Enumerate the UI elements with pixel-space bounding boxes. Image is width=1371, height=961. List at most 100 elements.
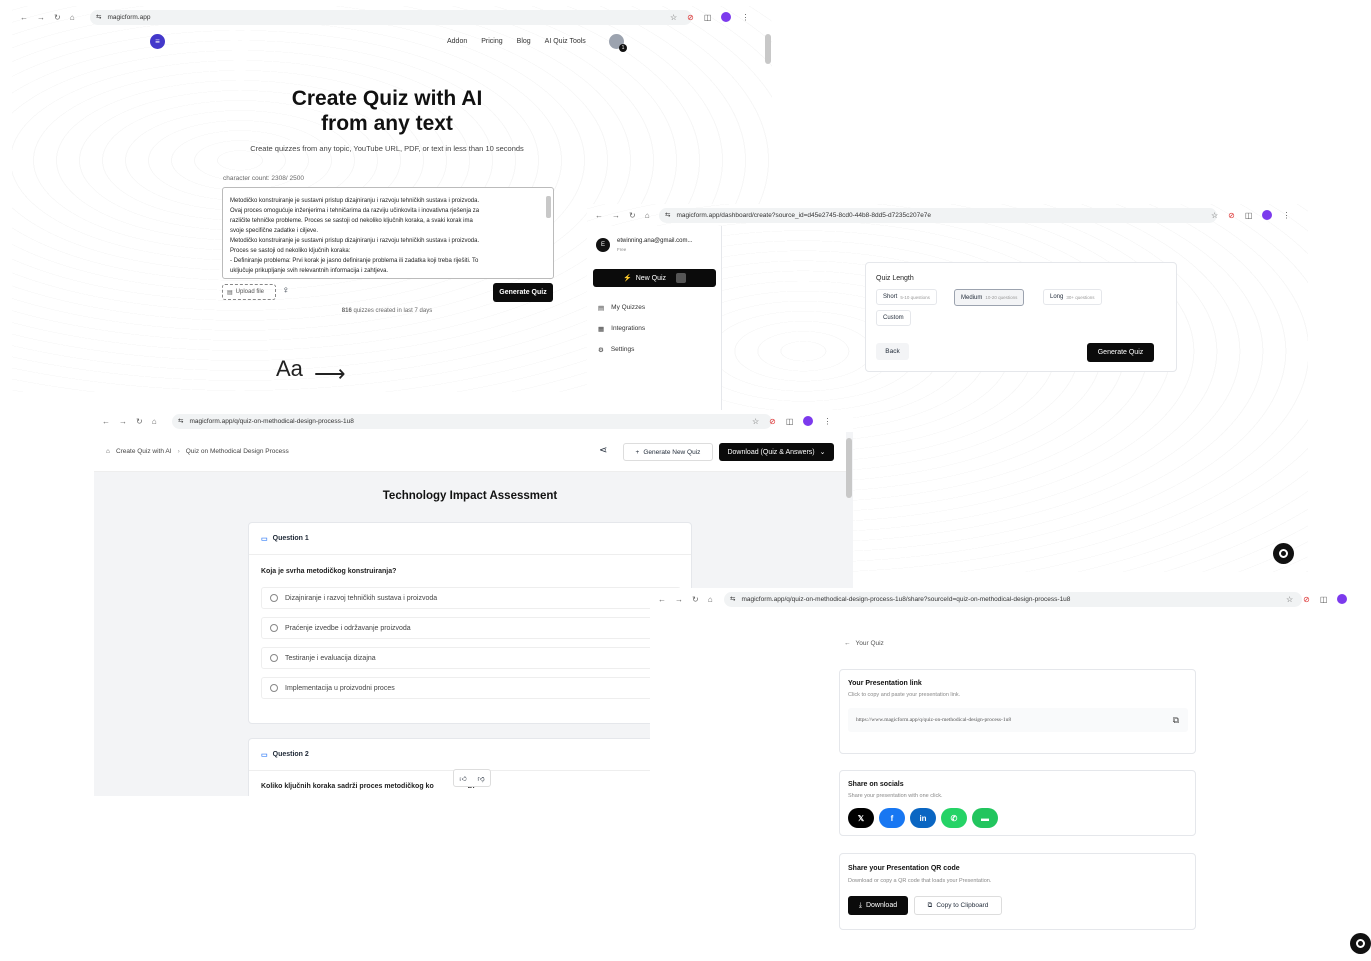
message-share-button[interactable]: ▬: [972, 808, 998, 828]
user-avatar[interactable]: 1: [609, 34, 627, 52]
breadcrumb-link[interactable]: Create Quiz with AI: [116, 448, 172, 455]
upload-file-button[interactable]: ▤ Upload file: [222, 284, 276, 300]
chat-widget-icon[interactable]: [1350, 933, 1371, 954]
length-custom-button[interactable]: Custom: [876, 310, 911, 326]
home-icon[interactable]: ⌂: [152, 417, 157, 426]
answer-option[interactable]: Implementacija u proizvodni proces: [261, 677, 681, 699]
thumbs-up-icon[interactable]: 👍︎: [459, 774, 466, 783]
home-icon[interactable]: ⌂: [708, 595, 713, 604]
sidebar-item-integrations[interactable]: ▦ Integrations: [598, 325, 645, 333]
site-info-icon[interactable]: ⇆: [178, 417, 183, 425]
new-quiz-button[interactable]: ⚡ New Quiz: [593, 269, 716, 287]
home-icon[interactable]: ⌂: [106, 448, 110, 455]
reload-icon[interactable]: ↻: [692, 595, 699, 604]
sidebar-item-my-quizzes[interactable]: ▤ My Quizzes: [598, 304, 645, 312]
thumbs-down-icon[interactable]: 👎︎: [478, 774, 485, 783]
nav-ai-quiz-tools[interactable]: AI Quiz Tools: [545, 38, 586, 45]
logo[interactable]: ≡: [150, 34, 165, 49]
lightbulb-icon[interactable]: ♀: [282, 285, 290, 296]
x-share-button[interactable]: 𝕏: [848, 808, 874, 828]
forward-icon[interactable]: →: [612, 211, 620, 220]
answer-option[interactable]: Dizajniranje i razvoj tehničkih sustava …: [261, 587, 681, 609]
back-icon[interactable]: ←: [20, 13, 28, 22]
star-icon[interactable]: ☆: [1211, 211, 1218, 220]
back-button[interactable]: Back: [876, 343, 909, 360]
quiz-text-area[interactable]: Metodičko konstruiranje je sustavni pris…: [222, 187, 554, 279]
nav-addon[interactable]: Addon: [447, 38, 467, 45]
radio-button[interactable]: [270, 684, 278, 692]
forward-icon[interactable]: →: [675, 595, 683, 604]
answer-option[interactable]: Praćenje izvedbe i održavanje proizvoda: [261, 617, 681, 639]
length-medium-button[interactable]: Medium 10-20 questions: [954, 289, 1025, 306]
address-bar[interactable]: ⇆ magicform.app/q/quiz-on-methodical-desi…: [724, 591, 1302, 607]
generate-quiz-button[interactable]: Generate Quiz: [1087, 343, 1154, 362]
site-info-icon[interactable]: ⇆: [730, 595, 735, 603]
whatsapp-share-button[interactable]: ✆: [941, 808, 967, 828]
back-icon[interactable]: ←: [658, 595, 666, 604]
profile-avatar[interactable]: [1262, 210, 1273, 220]
linkedin-share-button[interactable]: in: [910, 808, 936, 828]
nav-blog[interactable]: Blog: [517, 38, 531, 45]
radio-button[interactable]: [270, 594, 278, 602]
profile-avatar[interactable]: [721, 12, 732, 22]
site-info-icon[interactable]: ⇆: [96, 13, 101, 21]
back-icon[interactable]: ←: [102, 417, 110, 426]
menu-icon[interactable]: ⋮: [823, 417, 831, 426]
star-icon[interactable]: ☆: [1286, 595, 1293, 604]
site-info-icon[interactable]: ⇆: [665, 211, 670, 219]
sidebar-item-settings[interactable]: ⚙ Settings: [598, 346, 634, 354]
reload-icon[interactable]: ↻: [54, 13, 61, 22]
forward-icon[interactable]: →: [119, 417, 127, 426]
reload-icon[interactable]: ↻: [136, 417, 143, 426]
arrow-left-icon: ←: [844, 640, 851, 647]
extensions-icon[interactable]: ◫: [1245, 211, 1253, 220]
hero-title: Create Quiz with AI from any text: [12, 86, 762, 136]
sidebar-item-label: My Quizzes: [611, 304, 646, 311]
generate-new-quiz-button[interactable]: + Generate New Quiz: [623, 443, 713, 461]
home-icon[interactable]: ⌂: [70, 13, 75, 22]
address-bar[interactable]: ⇆ magicform.app: [90, 9, 692, 25]
page-scrollbar[interactable]: [765, 34, 771, 64]
extensions-icon[interactable]: ◫: [704, 13, 712, 22]
home-icon[interactable]: ⌂: [645, 211, 650, 220]
user-avatar[interactable]: E: [596, 238, 610, 252]
length-long-button[interactable]: Long 30+ questions: [1043, 289, 1102, 305]
presentation-link-field[interactable]: https://www.magicform.app/q/quiz-on-meth…: [848, 708, 1188, 732]
address-bar[interactable]: ⇆ magicform.app/q/quiz-on-methodical-desi…: [172, 413, 772, 429]
block-icon[interactable]: ⊘: [769, 417, 776, 426]
facebook-share-button[interactable]: f: [879, 808, 905, 828]
block-icon[interactable]: ⊘: [1228, 211, 1235, 220]
copy-icon[interactable]: ⧉: [1173, 708, 1179, 732]
radio-button[interactable]: [270, 624, 278, 632]
extensions-icon[interactable]: ◫: [1320, 595, 1328, 604]
star-icon[interactable]: ☆: [752, 417, 759, 426]
star-icon[interactable]: ☆: [670, 13, 677, 22]
textarea-scrollbar[interactable]: [546, 196, 551, 218]
back-icon[interactable]: ←: [595, 211, 603, 220]
profile-avatar[interactable]: [1337, 594, 1348, 604]
address-bar[interactable]: ⇆ magicform.app/dashboard/create?source_i…: [659, 207, 1217, 223]
menu-icon[interactable]: ⋮: [741, 13, 749, 22]
extensions-icon[interactable]: ◫: [786, 417, 794, 426]
nav-pricing[interactable]: Pricing: [481, 38, 502, 45]
page-scrollbar[interactable]: [846, 438, 852, 498]
back-link[interactable]: ← Your Quiz: [844, 640, 884, 647]
block-icon[interactable]: ⊘: [687, 13, 694, 22]
plus-icon: +: [635, 448, 640, 456]
forward-icon[interactable]: →: [37, 13, 45, 22]
hero-subtitle: Create quizzes from any topic, YouTube U…: [250, 144, 524, 153]
menu-icon[interactable]: ⋮: [1282, 211, 1290, 220]
profile-avatar[interactable]: [803, 416, 814, 426]
block-icon[interactable]: ⊘: [1303, 595, 1310, 604]
share-icon[interactable]: ⋖: [599, 445, 607, 456]
download-button[interactable]: Download (Quiz & Answers) ⌄: [719, 443, 834, 461]
generate-quiz-button[interactable]: Generate Quiz: [493, 283, 553, 302]
download-qr-button[interactable]: ⤓ Download: [848, 896, 908, 915]
answer-option[interactable]: Testiranje i evaluacija dizajna: [261, 647, 681, 669]
reload-icon[interactable]: ↻: [629, 211, 636, 220]
quiz-heading: Technology Impact Assessment: [382, 490, 558, 502]
length-short-button[interactable]: Short 5-10 questions: [876, 289, 937, 305]
radio-button[interactable]: [270, 654, 278, 662]
copy-to-clipboard-button[interactable]: ⧉ Copy to Clipboard: [914, 896, 1002, 915]
chat-widget-icon[interactable]: [1273, 543, 1294, 564]
